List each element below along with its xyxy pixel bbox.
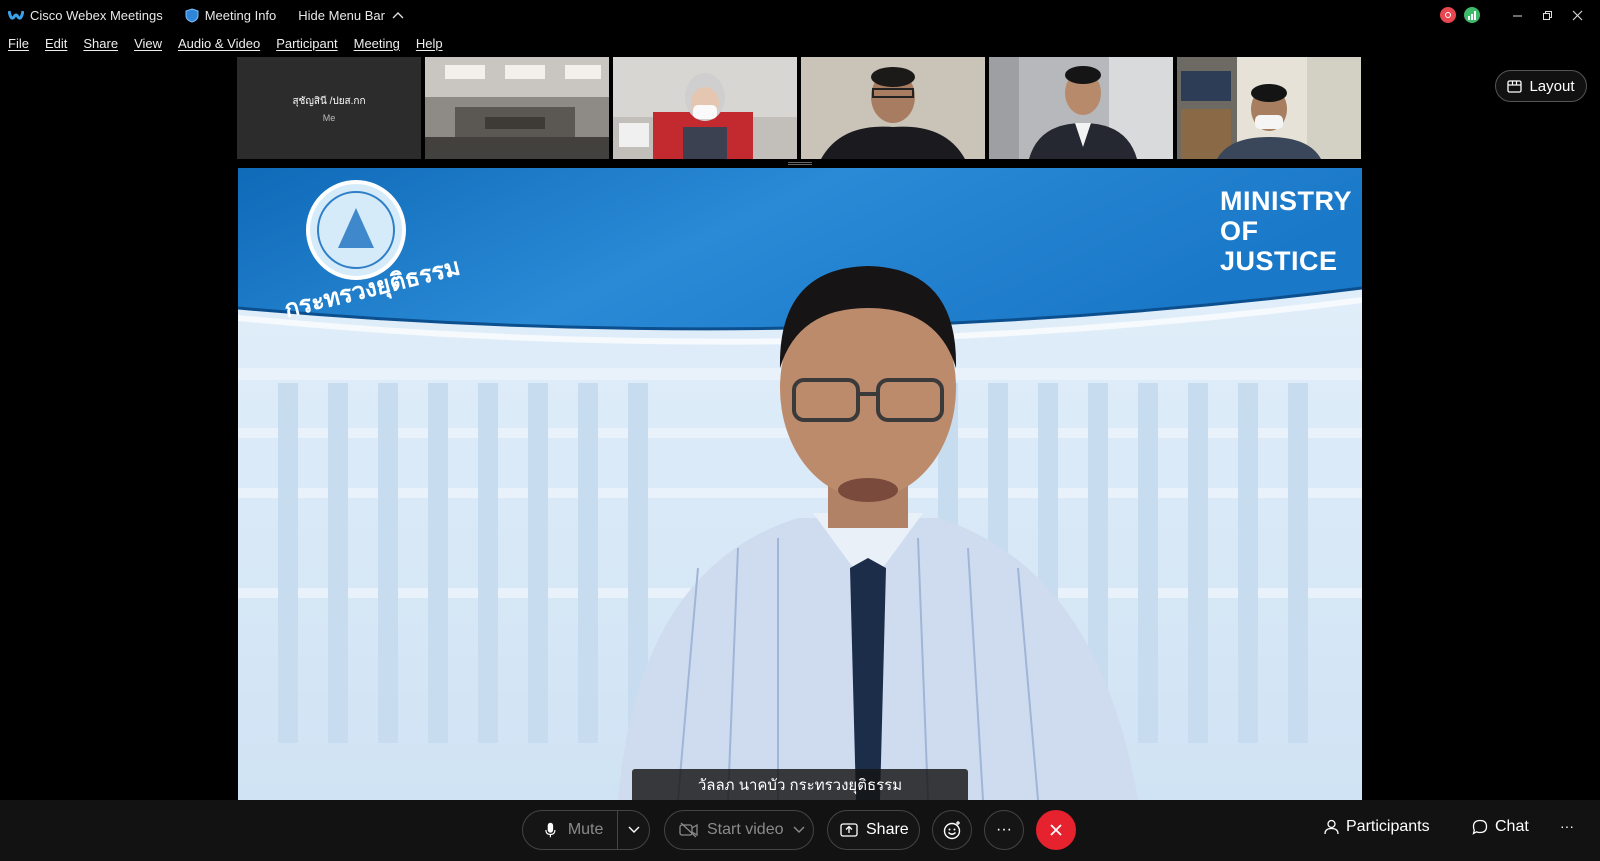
layout-label: Layout — [1529, 77, 1575, 95]
meeting-info-button[interactable]: Meeting Info — [185, 7, 277, 23]
menu-file[interactable]: File — [8, 36, 29, 51]
network-signal-icon — [1464, 7, 1480, 23]
menu-view[interactable]: View — [134, 36, 162, 51]
active-speaker-video[interactable]: MINISTRY OF JUSTICE กระทรวงยุติธรรม — [238, 168, 1362, 800]
start-video-button[interactable]: Start video — [664, 810, 814, 850]
chat-label: Chat — [1495, 818, 1529, 835]
video-options-chevron-icon[interactable] — [787, 826, 811, 834]
end-meeting-button[interactable] — [1036, 810, 1076, 850]
thumbnail-participant-4[interactable] — [801, 57, 985, 159]
webex-logo-icon — [8, 10, 24, 20]
share-button[interactable]: Share — [827, 810, 920, 850]
share-screen-icon — [840, 822, 858, 837]
chat-button[interactable]: Chat — [1472, 818, 1529, 836]
participant-thumbnail-strip: สุชัญสินี /ปยส.กก Me — [237, 57, 1361, 159]
hide-menu-label: Hide Menu Bar — [298, 7, 385, 23]
window-controls — [1440, 0, 1600, 30]
start-video-label: Start video — [707, 821, 784, 838]
menu-edit[interactable]: Edit — [45, 36, 67, 51]
app-name: Cisco Webex Meetings — [30, 7, 163, 23]
recording-icon — [1440, 7, 1456, 23]
mute-label: Mute — [567, 821, 604, 838]
thumbnail-participant-6[interactable] — [1177, 57, 1361, 159]
video-off-icon — [679, 822, 698, 838]
microphone-icon — [545, 822, 556, 838]
strip-resize-handle[interactable] — [788, 162, 812, 165]
self-name: สุชัญสินี /ปยส.กก — [292, 95, 366, 107]
menu-participant[interactable]: Participant — [276, 36, 337, 51]
shield-icon — [185, 7, 199, 23]
ministry-line-1: MINISTRY — [1220, 186, 1352, 216]
participants-icon — [1324, 819, 1339, 835]
menu-audio-video[interactable]: Audio & Video — [178, 36, 260, 51]
hide-menu-bar-button[interactable]: Hide Menu Bar — [298, 8, 405, 23]
thumbnail-me[interactable]: สุชัญสินี /ปยส.กก Me — [237, 57, 421, 159]
ministry-line-3: JUSTICE — [1220, 246, 1338, 276]
ministry-banner-text: MINISTRY OF JUSTICE — [1220, 186, 1352, 276]
chevron-up-icon — [392, 12, 404, 19]
reactions-button[interactable] — [932, 810, 972, 850]
title-bar: Cisco Webex Meetings Meeting Info Hide M… — [0, 0, 1600, 30]
close-icon — [1050, 824, 1062, 836]
thumbnail-conference-room[interactable] — [425, 57, 609, 159]
ministry-line-2: OF — [1220, 216, 1259, 246]
minimize-button[interactable] — [1502, 0, 1532, 30]
more-options-button[interactable]: ··· — [984, 810, 1024, 850]
restore-button[interactable] — [1532, 0, 1562, 30]
menu-share[interactable]: Share — [83, 36, 118, 51]
layout-button[interactable]: Layout — [1495, 70, 1587, 102]
meeting-info-label: Meeting Info — [204, 7, 277, 23]
thumbnail-participant-5[interactable] — [989, 57, 1173, 159]
reactions-icon — [943, 821, 961, 840]
speaker-name-caption: วัลลภ นาคบัว กระทรวงยุติธรรม — [632, 769, 968, 801]
audio-options-chevron-icon[interactable] — [618, 826, 649, 834]
share-label: Share — [866, 821, 909, 838]
participants-label: Participants — [1346, 818, 1430, 835]
self-label: Me — [322, 112, 336, 123]
meeting-control-bar: Mute Start video Share ··· Participants … — [0, 800, 1600, 861]
menu-meeting[interactable]: Meeting — [354, 36, 400, 51]
close-window-button[interactable] — [1562, 0, 1592, 30]
app-title: Cisco Webex Meetings — [8, 8, 163, 23]
thumbnail-participant-3[interactable] — [613, 57, 797, 159]
mute-button[interactable]: Mute — [522, 810, 650, 850]
overflow-menu-button[interactable]: ··· — [1560, 818, 1574, 834]
menu-bar: File Edit Share View Audio & Video Parti… — [0, 30, 1600, 56]
more-options-icon: ··· — [996, 821, 1012, 838]
menu-help[interactable]: Help — [416, 36, 443, 51]
participants-button[interactable]: Participants — [1324, 818, 1430, 836]
overflow-menu-icon: ··· — [1560, 818, 1574, 834]
chat-icon — [1472, 819, 1488, 835]
layout-icon — [1507, 79, 1523, 93]
